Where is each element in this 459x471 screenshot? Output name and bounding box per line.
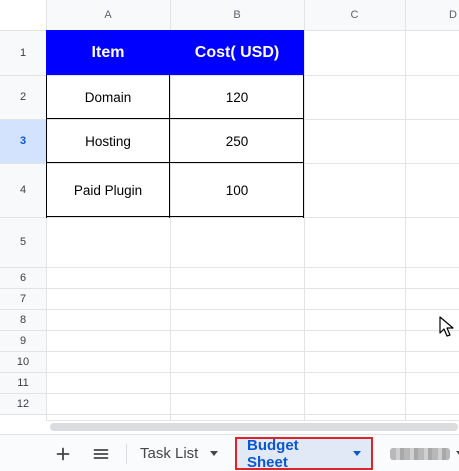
- row-header-4[interactable]: 4: [0, 163, 46, 217]
- caret-down-icon[interactable]: [353, 451, 361, 456]
- sheet-tab-bar: Task List Budget Sheet: [0, 434, 459, 471]
- tab-divider: [126, 444, 127, 464]
- cell-b1[interactable]: Cost( USD): [170, 30, 304, 75]
- add-sheet-button[interactable]: [48, 435, 78, 471]
- column-header-b[interactable]: B: [170, 0, 304, 30]
- cell-a3[interactable]: Hosting: [46, 119, 170, 163]
- tab-obscured[interactable]: [384, 437, 459, 470]
- row-header-5[interactable]: 5: [0, 217, 46, 267]
- column-header-c[interactable]: C: [304, 0, 405, 30]
- scrollbar-thumb[interactable]: [50, 423, 458, 431]
- row-header-6[interactable]: 6: [0, 267, 46, 288]
- cell-b2[interactable]: 120: [170, 75, 304, 119]
- obscured-tab-label: [390, 447, 450, 460]
- cell-a2[interactable]: Domain: [46, 75, 170, 119]
- table-border: [46, 118, 304, 119]
- spreadsheet-grid[interactable]: A B C D 1 2 3 4 5 6 7 8 9 10 11 12 Item …: [0, 0, 459, 420]
- all-sheets-button[interactable]: [86, 435, 116, 471]
- column-header-a[interactable]: A: [46, 0, 170, 30]
- tab-label: Budget Sheet: [247, 436, 299, 471]
- cell-a1[interactable]: Item: [46, 30, 170, 75]
- cell-b4[interactable]: 100: [170, 163, 304, 217]
- row-header-10[interactable]: 10: [0, 351, 46, 372]
- tab-task-list[interactable]: Task List: [130, 437, 228, 470]
- cell-b3[interactable]: 250: [170, 119, 304, 163]
- caret-down-icon[interactable]: [210, 451, 219, 456]
- row-header-9[interactable]: 9: [0, 330, 46, 351]
- cell-a4[interactable]: Paid Plugin: [46, 163, 170, 217]
- row-header-1[interactable]: 1: [0, 30, 46, 75]
- row-header-11[interactable]: 11: [0, 372, 46, 393]
- table-border: [303, 75, 304, 218]
- mouse-cursor-icon: [439, 316, 454, 337]
- tab-budget-sheet[interactable]: Budget Sheet: [235, 436, 373, 471]
- table-border: [169, 75, 170, 218]
- table-border: [46, 75, 47, 218]
- column-header-d[interactable]: D: [405, 0, 459, 30]
- row-header-8[interactable]: 8: [0, 309, 46, 330]
- row-header-3[interactable]: 3: [0, 119, 46, 163]
- row-header-2[interactable]: 2: [0, 75, 46, 119]
- menu-icon: [93, 448, 109, 459]
- table-border: [46, 162, 304, 163]
- row-header-12[interactable]: 12: [0, 393, 46, 414]
- tab-label: Task List: [140, 445, 199, 462]
- plus-icon: [56, 447, 70, 460]
- row-header-7[interactable]: 7: [0, 288, 46, 309]
- table-border: [46, 216, 304, 217]
